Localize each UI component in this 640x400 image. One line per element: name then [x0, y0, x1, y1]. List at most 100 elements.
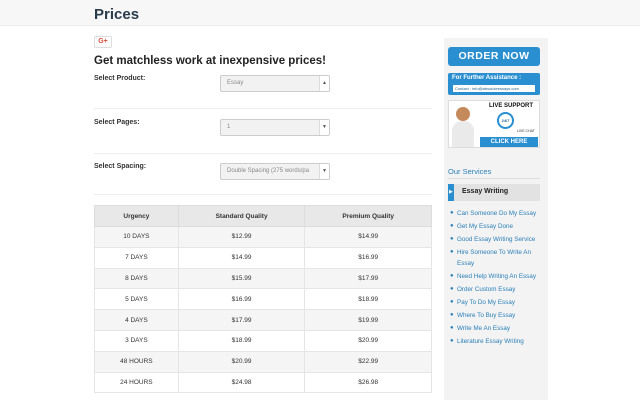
service-item-essay-writing[interactable]: ▶ Essay Writing	[448, 184, 540, 201]
pages-select[interactable]: 1 ▼	[220, 119, 330, 136]
spacing-select-value: Double Spacing (275 words/pa	[227, 168, 310, 174]
product-select[interactable]: Essay ▲	[220, 75, 330, 92]
price-table: Urgency Standard Quality Premium Quality…	[94, 205, 432, 394]
column-header-standard: Standard Quality	[177, 205, 306, 227]
service-link-label[interactable]: Can Someone Do My Essay	[457, 210, 536, 217]
urgency-cell: 8 DAYS	[94, 267, 179, 290]
urgency-cell: 10 DAYS	[94, 226, 179, 248]
bullet-icon: ●	[450, 312, 454, 318]
urgency-cell: 48 HOURS	[94, 350, 179, 373]
service-link-label[interactable]: Write Me An Essay	[457, 325, 510, 332]
premium-price-cell: $20.99	[304, 329, 432, 352]
premium-price-cell: $18.99	[304, 288, 432, 311]
standard-price-cell: $20.99	[177, 350, 306, 373]
service-link[interactable]: ● Hire Someone To Write An Essay	[450, 247, 544, 269]
bullet-icon: ●	[450, 273, 454, 279]
divider	[94, 108, 432, 109]
service-link-label[interactable]: Where To Buy Essay	[457, 312, 515, 319]
page-header-bar: Prices	[0, 0, 640, 26]
assistance-banner[interactable]: For Further Assistance : Contact : info@…	[448, 73, 540, 95]
table-row: 10 DAYS $12.99 $14.99	[94, 226, 432, 248]
assistance-contact: Contact : info@absoluteessays.com	[453, 85, 535, 92]
bullet-icon: ●	[450, 249, 454, 255]
standard-price-cell: $15.99	[177, 267, 306, 290]
service-link-label[interactable]: Hire Someone To Write An Essay	[457, 249, 531, 267]
product-select-value: Essay	[227, 80, 244, 86]
divider	[448, 178, 540, 179]
bullet-icon: ●	[450, 286, 454, 292]
service-link-label[interactable]: Good Essay Writing Service	[457, 236, 535, 243]
standard-price-cell: $17.99	[177, 309, 306, 331]
service-link[interactable]: ● Good Essay Writing Service	[450, 234, 544, 245]
divider	[94, 194, 432, 195]
standard-price-cell: $16.99	[177, 288, 306, 311]
service-link-label[interactable]: Need Help Writing An Essay	[457, 273, 536, 280]
table-row: 48 HOURS $20.99 $22.99	[94, 350, 432, 373]
live-support-banner[interactable]: LIVE SUPPORT 24/7 LIVE CHAT CLICK HERE	[448, 100, 540, 148]
divider	[94, 153, 432, 154]
table-row: 24 HOURS $24.98 $26.98	[94, 371, 432, 394]
urgency-cell: 24 HOURS	[94, 371, 179, 394]
sidebar: ORDER NOW For Further Assistance : Conta…	[444, 38, 548, 400]
bullet-icon: ●	[450, 223, 454, 229]
spacing-label: Select Spacing:	[94, 163, 147, 170]
caret-right-icon: ▶	[449, 189, 453, 195]
chevron-down-icon: ▼	[319, 164, 329, 179]
standard-price-cell: $24.98	[177, 371, 306, 394]
services-list: ● Can Someone Do My Essay ● Get My Essay D…	[450, 208, 544, 349]
standard-price-cell: $18.99	[177, 329, 306, 352]
service-link[interactable]: ● Pay To Do My Essay	[450, 297, 544, 308]
bullet-icon: ●	[450, 338, 454, 344]
table-row: 5 DAYS $16.99 $18.99	[94, 288, 432, 311]
chevron-down-icon: ▲	[319, 76, 329, 91]
service-link[interactable]: ● Literature Essay Writing	[450, 336, 544, 347]
bullet-icon: ●	[450, 210, 454, 216]
service-link[interactable]: ● Need Help Writing An Essay	[450, 271, 544, 282]
column-header-urgency: Urgency	[94, 205, 179, 227]
premium-price-cell: $26.98	[304, 371, 432, 394]
click-here-button[interactable]: CLICK HERE	[480, 137, 538, 147]
service-link[interactable]: ● Get My Essay Done	[450, 221, 544, 232]
form-headline: Get matchless work at inexpensive prices…	[94, 55, 327, 67]
table-row: 8 DAYS $15.99 $17.99	[94, 267, 432, 290]
pages-label: Select Pages:	[94, 119, 140, 126]
urgency-cell: 5 DAYS	[94, 288, 179, 311]
premium-price-cell: $19.99	[304, 309, 432, 331]
table-row: 3 DAYS $18.99 $20.99	[94, 329, 432, 352]
urgency-cell: 7 DAYS	[94, 246, 179, 269]
premium-price-cell: $14.99	[304, 226, 432, 248]
table-row: 7 DAYS $14.99 $16.99	[94, 246, 432, 269]
bullet-icon: ●	[450, 325, 454, 331]
service-link[interactable]: ● Order Custom Essay	[450, 284, 544, 295]
support-agent-avatar	[456, 107, 470, 121]
standard-price-cell: $14.99	[177, 246, 306, 269]
services-heading: Our Services	[448, 167, 492, 176]
pages-select-value: 1	[227, 124, 231, 130]
service-link-label[interactable]: Pay To Do My Essay	[457, 299, 515, 306]
urgency-cell: 3 DAYS	[94, 329, 179, 352]
google-plus-share-button[interactable]: G+	[94, 36, 112, 48]
spacing-select[interactable]: Double Spacing (275 words/pa ▼	[220, 163, 330, 180]
service-link[interactable]: ● Write Me An Essay	[450, 323, 544, 334]
standard-price-cell: $12.99	[177, 226, 306, 248]
urgency-cell: 4 DAYS	[94, 309, 179, 331]
service-link-label[interactable]: Literature Essay Writing	[457, 338, 524, 345]
order-now-button[interactable]: ORDER NOW	[448, 47, 540, 66]
live-support-title: LIVE SUPPORT	[489, 103, 534, 109]
table-row: 4 DAYS $17.99 $19.99	[94, 309, 432, 331]
premium-price-cell: $22.99	[304, 350, 432, 373]
active-service-label: Essay Writing	[462, 188, 509, 195]
service-link[interactable]: ● Where To Buy Essay	[450, 310, 544, 321]
service-link[interactable]: ● Can Someone Do My Essay	[450, 208, 544, 219]
service-link-label[interactable]: Order Custom Essay	[457, 286, 515, 293]
live-chat-label: LIVE CHAT	[517, 129, 535, 133]
premium-price-cell: $17.99	[304, 267, 432, 290]
page-title: Prices	[94, 6, 140, 23]
table-header-row: Urgency Standard Quality Premium Quality	[94, 205, 432, 227]
premium-price-cell: $16.99	[304, 246, 432, 269]
product-label: Select Product:	[94, 75, 146, 82]
service-link-label[interactable]: Get My Essay Done	[457, 223, 513, 230]
column-header-premium: Premium Quality	[304, 205, 432, 227]
bullet-icon: ●	[450, 236, 454, 242]
support-agent-image	[452, 121, 474, 147]
